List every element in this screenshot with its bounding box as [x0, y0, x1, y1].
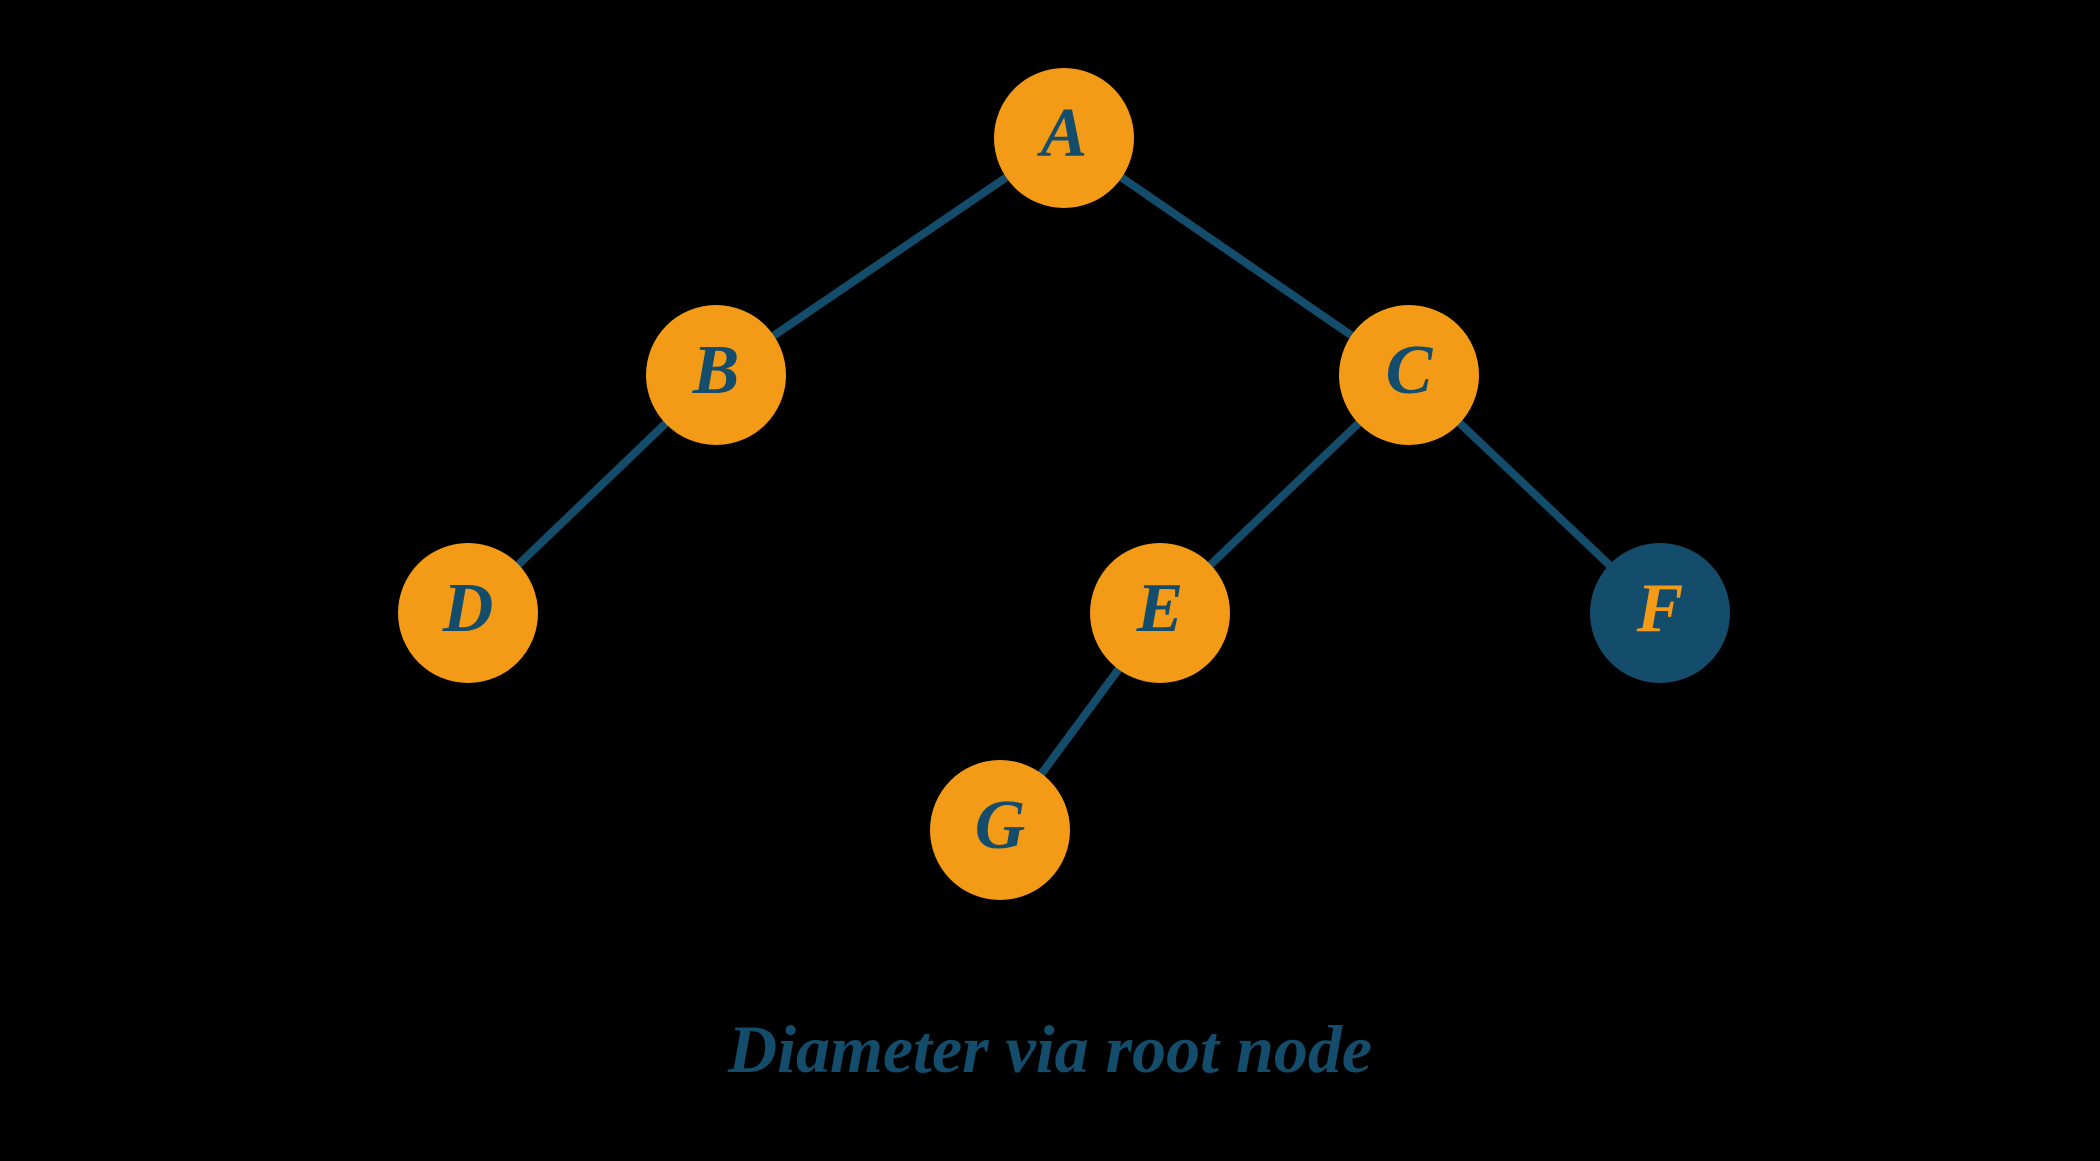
node-E: E: [1090, 543, 1230, 683]
node-label-E: E: [1137, 574, 1184, 644]
edge-C-F: [1460, 423, 1609, 565]
node-label-B: B: [693, 336, 740, 406]
node-C: C: [1339, 305, 1479, 445]
node-D: D: [398, 543, 538, 683]
edge-C-E: [1211, 423, 1359, 564]
edge-B-D: [519, 423, 666, 564]
edge-E-G: [1042, 669, 1119, 773]
node-A: A: [994, 68, 1134, 208]
node-label-D: D: [443, 574, 494, 644]
node-label-A: A: [1041, 99, 1088, 169]
diagram-stage: Diameter via root node A B C D E F G: [0, 0, 2100, 1161]
node-label-C: C: [1386, 336, 1433, 406]
node-B: B: [646, 305, 786, 445]
edge-A-B: [774, 177, 1006, 335]
node-F: F: [1590, 543, 1730, 683]
node-label-F: F: [1637, 574, 1684, 644]
diagram-caption: Diameter via root node: [728, 1010, 1372, 1089]
node-G: G: [930, 760, 1070, 900]
edge-A-C: [1122, 178, 1352, 336]
node-label-G: G: [975, 791, 1026, 861]
